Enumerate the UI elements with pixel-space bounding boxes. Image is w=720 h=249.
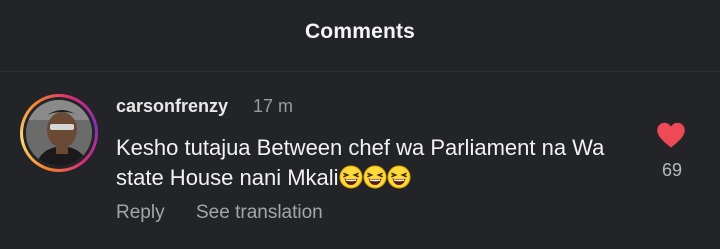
header-divider [0,71,720,72]
comments-title: Comments [304,20,416,43]
comment-timestamp: 17 m [253,96,294,116]
comment-body: Kesho tutajua Between chef wa Parliament… [116,133,636,193]
avatar[interactable] [20,94,98,172]
laughing-emoji-icon [363,165,387,189]
comment-emojis [339,165,411,190]
laughing-emoji-icon [387,165,411,189]
avatar-image [26,100,92,166]
see-translation-button[interactable]: See translation [196,202,323,224]
heart-icon[interactable] [656,121,686,149]
reply-button[interactable]: Reply [116,202,165,224]
laughing-emoji-icon [339,165,363,189]
like-count: 69 [661,160,683,180]
comment-username[interactable]: carsonfrenzy [116,96,228,117]
